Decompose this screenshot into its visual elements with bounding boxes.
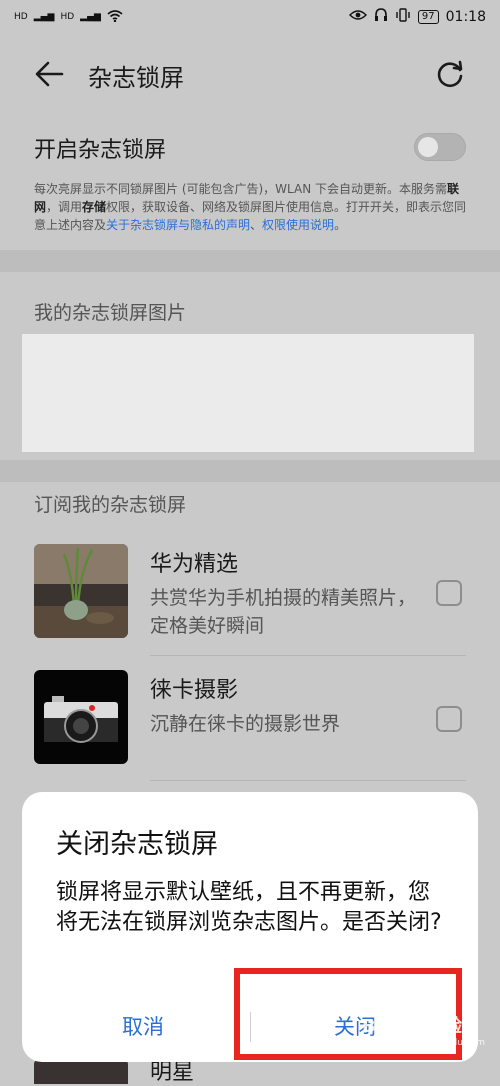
watermark-brand: Baidu 经验 (362, 1016, 463, 1037)
leica-thumbnail (34, 670, 128, 764)
privacy-statement-link[interactable]: 关于杂志锁屏与隐私的声明 (106, 218, 250, 232)
status-bar: HD ▂▄▆ HD ▂▄▆ 97 01:18 (0, 0, 500, 34)
desc-bold-storage: 存储 (82, 200, 107, 214)
section-divider (0, 250, 500, 272)
toggle-description: 每次亮屏显示不同锁屏图片 (可能包含广告)，WLAN 下会自动更新。本服务需联网… (34, 180, 470, 234)
app-header: 杂志锁屏 (0, 44, 500, 104)
headphones-icon (374, 8, 388, 26)
subscription-checkbox-leica[interactable] (436, 706, 462, 732)
subscription-name: 华为精选 (150, 552, 239, 577)
huawei-select-thumbnail (34, 544, 128, 638)
signal-icon-2: ▂▄▆ (80, 12, 101, 22)
desc-text-1: 每次亮屏显示不同锁屏图片 (可能包含广告)，WLAN 下会自动更新。本服务需 (34, 182, 448, 196)
subscribe-title: 订阅我的杂志锁屏 (34, 494, 187, 516)
magazine-lock-switch[interactable] (414, 133, 466, 161)
permission-info-link[interactable]: 权限使用说明 (262, 218, 334, 232)
list-divider (150, 655, 466, 656)
watermark: Baidu 经验 jingyan.baidu.com (362, 1012, 485, 1048)
hd-tag-2: HD (60, 12, 75, 22)
my-pictures-area[interactable] (22, 334, 474, 452)
subscription-desc: 沉静在徕卡的摄影世界 (150, 713, 341, 735)
battery-indicator: 97 (417, 10, 439, 24)
celebrity-thumbnail (34, 1060, 128, 1084)
cancel-button[interactable]: 取消 (48, 1006, 238, 1046)
subscription-desc: 共赏华为手机拍摄的精美照片，定格美好瞬间 (150, 587, 417, 637)
signal-icon: ▂▄▆ (33, 12, 55, 22)
toggle-label: 开启杂志锁屏 (34, 138, 167, 163)
watermark-url: jingyan.baidu.com (402, 1038, 486, 1048)
desc-sep: 、 (250, 218, 263, 232)
refresh-icon[interactable] (432, 56, 468, 92)
status-right: 97 01:18 (348, 8, 486, 26)
magazine-lock-toggle-row: 开启杂志锁屏 (34, 130, 466, 166)
clock: 01:18 (445, 9, 486, 25)
hd-tag: HD (14, 12, 28, 22)
subscription-item-leica[interactable]: 徕卡摄影 沉静在徕卡的摄影世界 (34, 670, 474, 766)
eye-icon (348, 9, 367, 25)
section-divider-2 (0, 460, 500, 482)
page-title: 杂志锁屏 (88, 64, 184, 92)
my-pictures-title: 我的杂志锁屏图片 (34, 302, 187, 324)
subscription-checkbox-huawei[interactable] (436, 580, 462, 606)
vibrate-icon (395, 8, 411, 26)
desc-end: 。 (334, 218, 347, 232)
desc-text-2: ，调用 (46, 200, 83, 214)
subscription-name: 徕卡摄影 (150, 678, 239, 703)
back-arrow-icon[interactable] (32, 56, 68, 92)
switch-knob (418, 137, 438, 157)
subscription-item-huawei[interactable]: 华为精选 共赏华为手机拍摄的精美照片，定格美好瞬间 (34, 544, 474, 640)
dialog-title: 关闭杂志锁屏 (56, 829, 218, 860)
wifi-icon (107, 9, 123, 25)
status-left: HD ▂▄▆ HD ▂▄▆ (14, 9, 123, 25)
list-divider (150, 780, 466, 781)
dialog-message: 锁屏将显示默认壁纸，且不再更新，您将无法在锁屏浏览杂志图片。是否关闭? (56, 880, 442, 935)
